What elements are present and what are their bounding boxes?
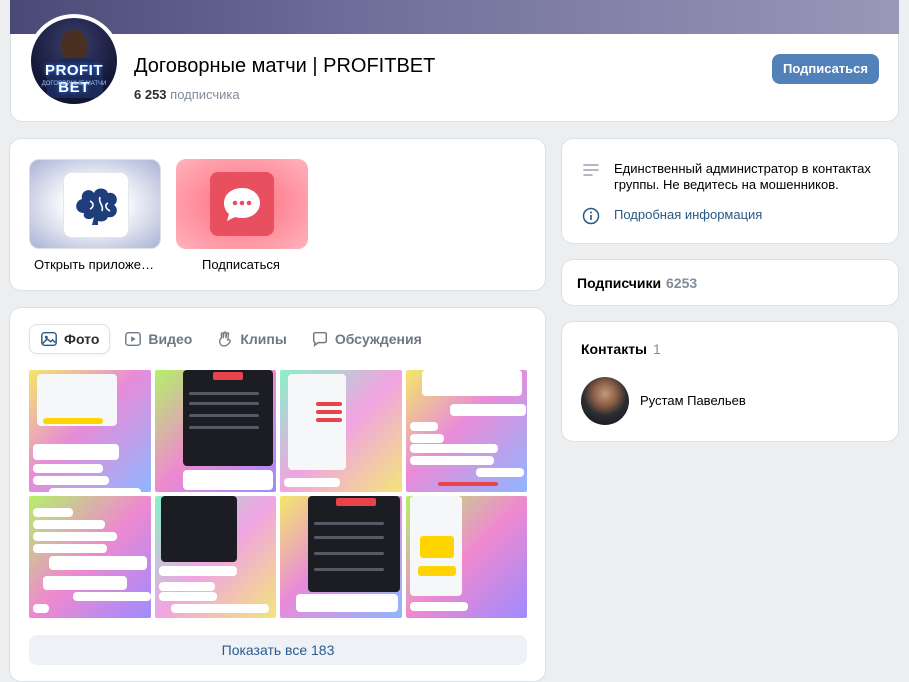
photo-grid <box>29 370 527 618</box>
avatar-face <box>61 30 87 60</box>
photo-thumbnail[interactable] <box>154 496 276 618</box>
text-lines-icon <box>583 164 599 176</box>
app-label-open[interactable]: Открыть приложе… <box>34 257 154 272</box>
page-title: Договорные матчи | PROFITBET <box>134 55 436 77</box>
chat-bubble-icon <box>210 172 274 236</box>
photo-thumbnail[interactable] <box>405 370 527 492</box>
subscribers-card[interactable]: Подписчики 6253 <box>561 259 899 306</box>
photo-thumbnail[interactable] <box>29 496 151 618</box>
subscribe-button[interactable]: Подписаться <box>772 54 879 84</box>
clips-icon <box>219 331 232 347</box>
photo-thumbnail[interactable] <box>154 370 276 492</box>
app-tile-open[interactable] <box>29 159 161 249</box>
app-label-subscribe[interactable]: Подписаться <box>202 257 280 272</box>
tab-photo-label: Фото <box>64 331 100 347</box>
video-icon <box>125 331 142 347</box>
subscribers-total: 6253 <box>666 275 698 291</box>
contact-name[interactable]: Рустам Павельев <box>640 393 746 408</box>
photo-thumbnail[interactable] <box>29 370 151 492</box>
tab-photo[interactable]: Фото <box>29 324 111 354</box>
photo-thumbnail[interactable] <box>280 496 402 618</box>
app-tile-subscribe[interactable] <box>176 159 308 249</box>
tab-video-label: Видео <box>148 331 193 347</box>
show-all-photos-button[interactable]: Показать все 183 <box>29 635 527 665</box>
subscribers-label: подписчика <box>170 87 240 102</box>
subscribers-count: 6 253 <box>134 87 167 102</box>
more-info-link[interactable]: Подробная информация <box>614 207 762 223</box>
contacts-title[interactable]: Контакты <box>581 341 647 357</box>
avatar-logo-subtext: ДОГОВОРНЫЕ МАТЧИ <box>41 81 107 87</box>
contacts-card: Контакты 1 Рустам Павельев <box>561 321 899 442</box>
tab-clips[interactable]: Клипы <box>206 324 296 354</box>
subscribers-title: Подписчики <box>577 275 662 291</box>
contacts-count: 1 <box>653 341 661 357</box>
photo-icon <box>41 331 57 347</box>
apps-card: Открыть приложе… Подписаться <box>9 138 546 291</box>
tab-discussions-label: Обсуждения <box>334 331 422 347</box>
info-card: Единственный администратор в контактах г… <box>561 138 899 244</box>
photo-thumbnail[interactable] <box>280 370 402 492</box>
tab-clips-label: Клипы <box>240 331 287 347</box>
group-avatar[interactable]: PROFIT BET ДОГОВОРНЫЕ МАТЧИ <box>27 14 121 108</box>
tab-discussions[interactable]: Обсуждения <box>301 324 432 354</box>
description-row: Единственный администратор в контактах г… <box>582 161 884 193</box>
media-tabs: Фото Видео Клипы Обсуждения <box>29 324 432 354</box>
discussion-icon <box>312 331 327 347</box>
info-icon <box>582 207 600 225</box>
media-card: Фото Видео Клипы Обсуждения Показать все… <box>9 307 546 682</box>
subscribers-summary[interactable]: 6 253 подписчика <box>134 87 240 102</box>
more-info-row[interactable]: Подробная информация <box>582 207 762 225</box>
avatar-logo-text: PROFIT BET <box>45 62 103 96</box>
photo-thumbnail[interactable] <box>405 496 527 618</box>
brain-icon <box>64 173 128 237</box>
tab-video[interactable]: Видео <box>114 324 202 354</box>
group-header <box>10 34 899 122</box>
cover-banner <box>10 0 899 34</box>
group-description: Единственный администратор в контактах г… <box>614 161 871 192</box>
contact-avatar[interactable] <box>581 377 629 425</box>
